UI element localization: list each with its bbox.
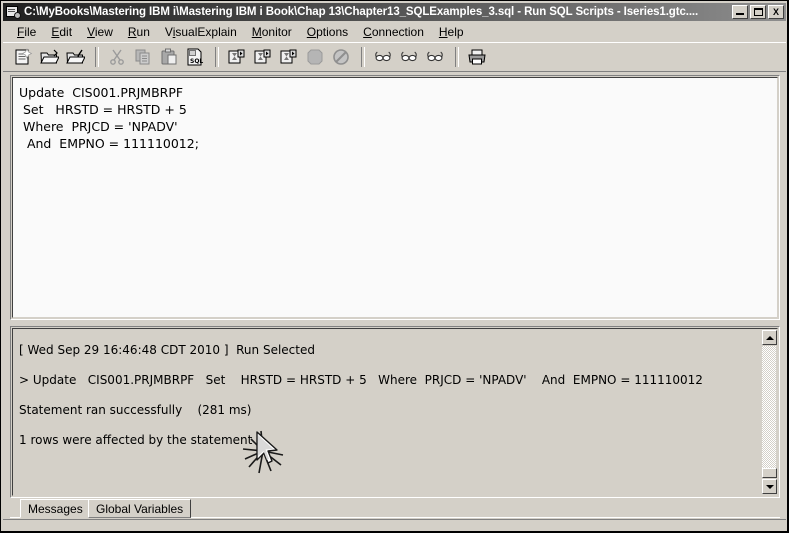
new-script-icon[interactable] [11, 45, 35, 69]
visual-explain-glasses-icon[interactable] [371, 45, 395, 69]
run-from-hourglass-icon[interactable] [251, 45, 275, 69]
sql-editor-text[interactable]: Update CIS001.PRJMBRPF Set HRSTD = HRSTD… [13, 78, 777, 152]
toolbar-separator [455, 47, 459, 67]
messages-panel: [ Wed Sep 29 16:46:48 CDT 2010 ] Run Sel… [10, 326, 780, 498]
scroll-down-arrow-icon[interactable] [762, 479, 777, 494]
message-line-success: Statement ran successfully (281 ms) [19, 403, 252, 417]
explain-only-glasses-icon[interactable] [397, 45, 421, 69]
scrollbar-track[interactable] [762, 346, 776, 478]
maximize-button[interactable] [750, 5, 766, 19]
print-icon[interactable] [465, 45, 489, 69]
sql-editor[interactable]: Update CIS001.PRJMBRPF Set HRSTD = HRSTD… [12, 77, 778, 318]
messages-list-container: [ Wed Sep 29 16:46:48 CDT 2010 ] Run Sel… [12, 328, 778, 496]
stop-octagon-icon[interactable] [303, 45, 327, 69]
scrollbar-thumb[interactable] [762, 468, 777, 478]
menu-item-view[interactable]: View [80, 24, 121, 40]
minimize-button[interactable] [732, 5, 748, 19]
cancel-prohibit-icon[interactable] [329, 45, 353, 69]
menu-item-run[interactable]: Run [121, 24, 158, 40]
run-selected-hourglass-icon[interactable] [277, 45, 301, 69]
tab-messages[interactable]: Messages [20, 499, 91, 518]
sql-script-document-icon [5, 5, 21, 19]
run-sql-scripts-window: C:\MyBooks\Mastering IBM i\Mastering IBM… [0, 0, 789, 533]
window-controls: X [732, 5, 784, 19]
messages-vertical-scrollbar[interactable] [760, 329, 777, 495]
toolbar-separator [361, 47, 365, 67]
insert-sql-icon[interactable]: SQL [183, 45, 207, 69]
message-line-run-selected: [ Wed Sep 29 16:46:48 CDT 2010 ] Run Sel… [19, 343, 315, 357]
menu-item-monitor[interactable]: Monitor [245, 24, 300, 40]
tab-global-variables[interactable]: Global Variables [88, 499, 192, 518]
svg-text:SQL: SQL [190, 58, 203, 65]
menu-item-options[interactable]: Options [300, 24, 356, 40]
cut-scissors-icon[interactable] [105, 45, 129, 69]
messages-list: [ Wed Sep 29 16:46:48 CDT 2010 ] Run Sel… [13, 329, 760, 495]
window-title: C:\MyBooks\Mastering IBM i\Mastering IBM… [24, 6, 699, 18]
title-bar: C:\MyBooks\Mastering IBM i\Mastering IBM… [3, 3, 786, 21]
bottom-tab-strip: Messages Global Variables [10, 499, 780, 519]
message-line-statement-echo: > Update CIS001.PRJMBRPF Set HRSTD = HRS… [19, 373, 703, 387]
menu-item-file[interactable]: File [10, 24, 44, 40]
save-folder-icon[interactable] [63, 45, 87, 69]
toolbar-separator [95, 47, 99, 67]
menu-item-help[interactable]: Help [432, 24, 472, 40]
menu-bar: File Edit View Run VisualExplain Monitor… [3, 22, 786, 41]
toolbar: SQL [3, 42, 786, 72]
open-folder-icon[interactable] [37, 45, 61, 69]
close-button[interactable]: X [768, 5, 784, 19]
menu-item-connection[interactable]: Connection [356, 24, 432, 40]
sql-editor-panel: Update CIS001.PRJMBRPF Set HRSTD = HRSTD… [10, 75, 780, 320]
message-line-rows-affected: 1 rows were affected by the statement [19, 433, 253, 447]
scroll-up-arrow-icon[interactable] [762, 330, 777, 345]
status-bar [3, 519, 786, 529]
run-all-hourglass-icon[interactable] [225, 45, 249, 69]
paste-clipboard-icon[interactable] [157, 45, 181, 69]
copy-pages-icon[interactable] [131, 45, 155, 69]
run-explain-glasses-icon[interactable] [423, 45, 447, 69]
menu-item-edit[interactable]: Edit [44, 24, 80, 40]
toolbar-separator [215, 47, 219, 67]
menu-item-visualexplain[interactable]: VisualExplain [158, 24, 245, 40]
